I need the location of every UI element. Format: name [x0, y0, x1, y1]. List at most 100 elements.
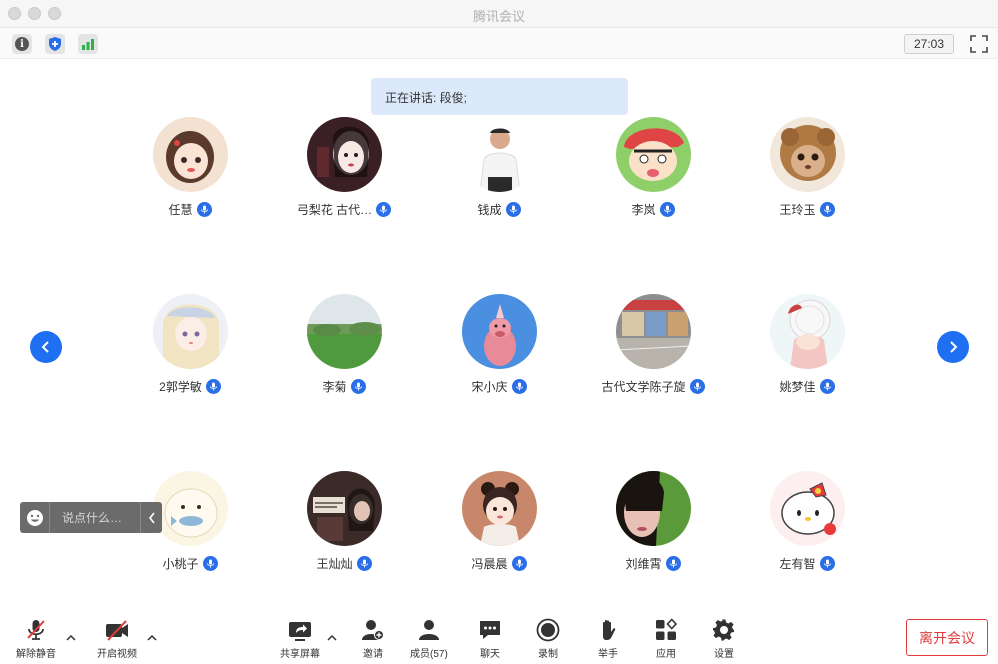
- start-video-button[interactable]: 开启视频: [97, 618, 137, 660]
- avatar: [462, 117, 537, 192]
- avatar: [307, 294, 382, 369]
- record-button[interactable]: 录制: [536, 618, 560, 660]
- network-signal-icon[interactable]: [78, 34, 98, 54]
- microphone-icon: [819, 556, 835, 571]
- microphone-icon: [659, 202, 675, 217]
- participant-tile[interactable]: 王灿灿: [269, 471, 419, 581]
- raise-hand-icon: [603, 619, 616, 640]
- record-label: 录制: [538, 649, 558, 660]
- participant-tile[interactable]: 李菊: [269, 294, 419, 404]
- participant-name: 弓梨花 古代…: [296, 203, 373, 217]
- raise-hand-label: 举手: [598, 649, 618, 660]
- participant-name: 2郭学敏: [159, 380, 202, 394]
- avatar: [462, 294, 537, 369]
- invite-button[interactable]: 邀请: [361, 618, 385, 660]
- members-button[interactable]: 成员(57): [410, 618, 448, 660]
- avatar: [616, 117, 691, 192]
- chevron-up-icon[interactable]: [146, 630, 158, 641]
- chat-button[interactable]: 聊天: [478, 618, 502, 660]
- avatar: [153, 471, 228, 546]
- participant-tile[interactable]: 任慧: [115, 117, 265, 227]
- participant-name: 小桃子: [162, 557, 199, 571]
- chat-input-bar[interactable]: 说点什么…: [20, 502, 162, 533]
- avatar: [153, 294, 228, 369]
- previous-page-button[interactable]: [30, 331, 62, 363]
- record-icon: [536, 618, 560, 642]
- avatar: [770, 294, 845, 369]
- share-screen-icon: [289, 622, 311, 641]
- share-label: 共享屏幕: [280, 649, 320, 660]
- meeting-timer: 27:03: [904, 34, 954, 54]
- chat-label: 聊天: [480, 649, 500, 660]
- participant-name: 王灿灿: [316, 557, 353, 571]
- info-icon[interactable]: i: [12, 34, 32, 54]
- microphone-icon: [511, 556, 527, 571]
- participant-name: 李菊: [322, 380, 347, 394]
- next-page-button[interactable]: [937, 331, 969, 363]
- avatar: [770, 117, 845, 192]
- fullscreen-icon[interactable]: [970, 35, 988, 53]
- apps-icon: [656, 618, 678, 640]
- meeting-controls: 解除静音 开启视频 共享屏幕 邀请 成员(57) 聊天 录制 举手 应用 设置 …: [0, 610, 998, 664]
- invite-label: 邀请: [363, 649, 383, 660]
- apps-button[interactable]: 应用: [654, 618, 678, 660]
- chat-input-placeholder[interactable]: 说点什么…: [50, 509, 140, 526]
- members-label: 成员(57): [410, 649, 448, 660]
- microphone-icon: [819, 202, 835, 217]
- chevron-up-icon[interactable]: [65, 630, 77, 641]
- participant-tile[interactable]: 李岚: [578, 117, 728, 227]
- unmute-button[interactable]: 解除静音: [16, 618, 56, 660]
- participant-tile[interactable]: 宋小庆: [424, 294, 574, 404]
- microphone-icon: [665, 556, 681, 571]
- avatar: [307, 471, 382, 546]
- emoji-icon[interactable]: [20, 502, 50, 533]
- participant-tile[interactable]: 钱成: [424, 117, 574, 227]
- avatar: [307, 117, 382, 192]
- participant-name: 左有智: [779, 557, 816, 571]
- participant-name: 古代文学陈子旋: [601, 380, 686, 394]
- microphone-icon: [689, 379, 705, 394]
- microphone-icon: [205, 379, 221, 394]
- add-user-icon: [362, 620, 384, 640]
- participant-tile[interactable]: 冯晨晨: [424, 471, 574, 581]
- gear-icon: [712, 619, 735, 641]
- apps-label: 应用: [656, 649, 676, 660]
- microphone-icon: [511, 379, 527, 394]
- participant-name: 冯晨晨: [471, 557, 508, 571]
- participant-name: 宋小庆: [471, 380, 508, 394]
- video-off-icon: [106, 620, 128, 641]
- participant-tile[interactable]: 王玲玉: [732, 117, 882, 227]
- participant-tile[interactable]: 刘维霄: [578, 471, 728, 581]
- participant-tile[interactable]: 古代文学陈子旋: [578, 294, 728, 404]
- share-screen-button[interactable]: 共享屏幕: [280, 618, 320, 660]
- raise-hand-button[interactable]: 举手: [596, 618, 620, 660]
- meeting-toolbar: i 27:03: [0, 28, 998, 59]
- leave-meeting-button[interactable]: 离开会议: [906, 619, 988, 656]
- window-title: 腾讯会议: [472, 9, 525, 24]
- participant-tile[interactable]: 左有智: [732, 471, 882, 581]
- participant-tile[interactable]: 2郭学敏: [115, 294, 265, 404]
- participant-name: 王玲玉: [779, 203, 816, 217]
- title-bar: 腾讯会议: [0, 0, 998, 28]
- chevron-left-icon[interactable]: [140, 502, 162, 533]
- participant-name: 李岚: [631, 203, 656, 217]
- microphone-icon: [196, 202, 212, 217]
- avatar: [462, 471, 537, 546]
- chevron-up-icon[interactable]: [326, 630, 338, 641]
- microphone-icon: [202, 556, 218, 571]
- video-label: 开启视频: [97, 649, 137, 660]
- meeting-window: 腾讯会议 i 27:03 正在讲话: 段俊; 任慧 弓梨花 古代… 钱成 李岚 …: [0, 0, 998, 664]
- participant-tile[interactable]: 姚梦佳: [732, 294, 882, 404]
- settings-label: 设置: [714, 649, 734, 660]
- participant-tile[interactable]: 弓梨花 古代…: [269, 117, 419, 227]
- shield-icon[interactable]: [45, 34, 65, 54]
- microphone-muted-icon: [27, 620, 45, 640]
- microphone-icon: [376, 202, 392, 217]
- participant-name: 刘维霄: [625, 557, 662, 571]
- avatar: [616, 471, 691, 546]
- microphone-icon: [350, 379, 366, 394]
- participant-name: 钱成: [477, 203, 502, 217]
- active-speaker-banner: 正在讲话: 段俊;: [371, 78, 628, 115]
- avatar: [770, 471, 845, 546]
- settings-button[interactable]: 设置: [712, 618, 736, 660]
